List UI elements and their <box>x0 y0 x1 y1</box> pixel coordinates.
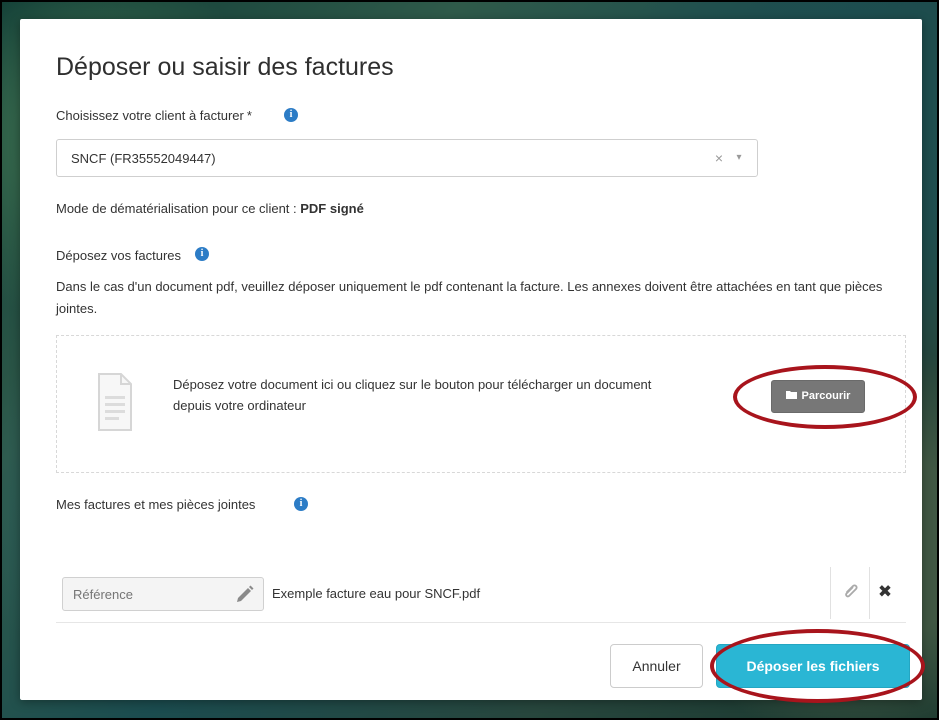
info-icon[interactable]: i <box>284 108 298 122</box>
browse-button[interactable]: Parcourir <box>771 380 865 413</box>
divider <box>830 567 831 619</box>
file-name: Exemple facture eau pour SNCF.pdf <box>272 586 481 601</box>
folder-icon <box>785 381 797 412</box>
client-select[interactable]: SNCF (FR35552049447) × ▾ <box>56 139 758 177</box>
document-icon <box>98 373 132 431</box>
paperclip-icon[interactable] <box>840 580 862 602</box>
pencil-icon[interactable] <box>235 583 255 603</box>
chevron-down-icon[interactable]: ▾ <box>733 152 745 164</box>
dematerialisation-value: PDF signé <box>300 201 364 216</box>
dematerialisation-label: Mode de dématérialisation pour ce client… <box>56 201 301 216</box>
client-field-label-text: Choisissez votre client à facturer <box>56 108 244 123</box>
cancel-button[interactable]: Annuler <box>610 644 703 688</box>
upload-invoices-modal: Déposer ou saisir des factures Choisisse… <box>20 19 925 703</box>
dematerialisation-mode: Mode de dématérialisation pour ce client… <box>56 201 364 216</box>
required-marker: * <box>246 108 252 123</box>
client-select-value: SNCF (FR35552049447) <box>71 151 216 166</box>
info-icon[interactable]: i <box>294 497 308 511</box>
divider <box>56 622 906 623</box>
upload-section-label: Déposez vos factures <box>56 248 182 263</box>
reference-input[interactable] <box>62 577 264 611</box>
clear-icon[interactable]: × <box>711 150 727 166</box>
info-icon[interactable]: i <box>195 247 209 261</box>
attachments-label: Mes factures et mes pièces jointes <box>56 497 256 512</box>
divider <box>869 567 870 619</box>
browse-button-label: Parcourir <box>801 390 851 402</box>
client-field-label: Choisissez votre client à facturer * <box>56 108 252 123</box>
dropzone-text: Déposez votre document ici ou cliquez su… <box>173 377 652 413</box>
submit-button[interactable]: Déposer les fichiers <box>716 644 910 688</box>
page-title: Déposer ou saisir des factures <box>56 53 394 81</box>
upload-hint: Dans le cas d'un document pdf, veuillez … <box>56 279 883 316</box>
close-icon[interactable]: ✖ <box>877 583 893 600</box>
